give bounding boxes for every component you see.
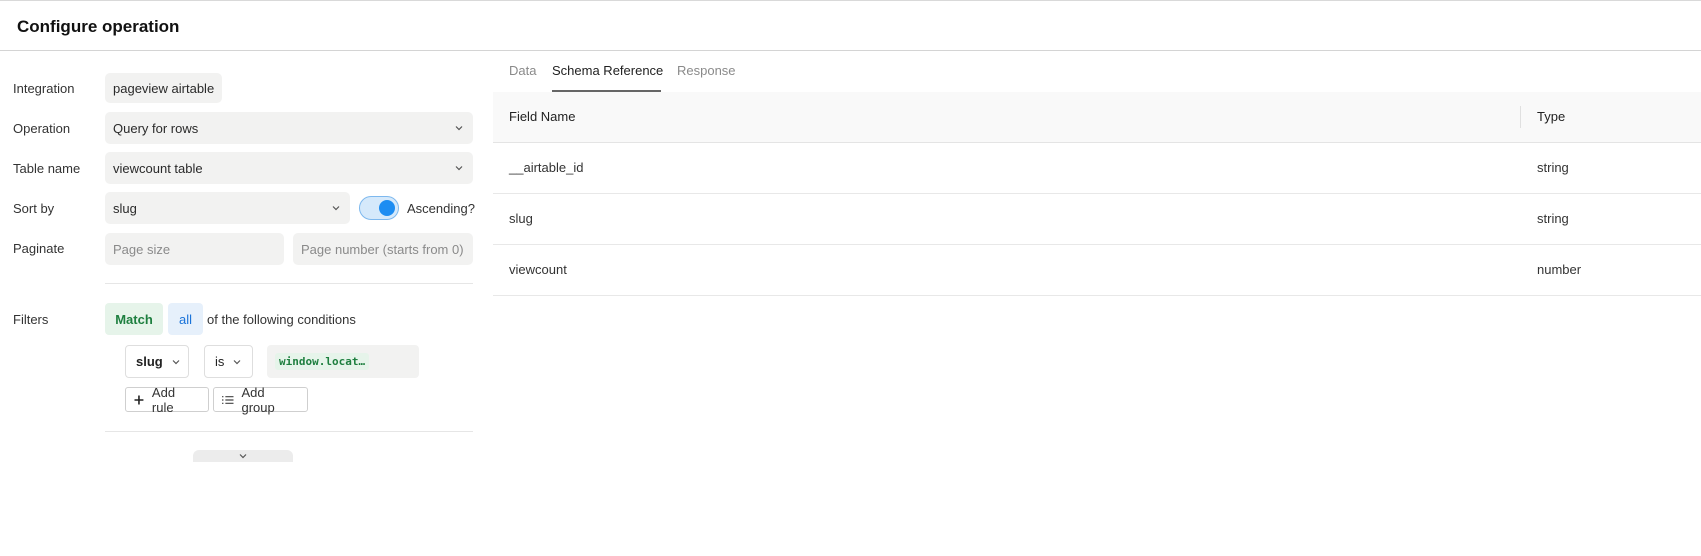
list-icon: [222, 395, 234, 404]
rule-value-input[interactable]: window.locat…: [267, 345, 419, 378]
page-number-input[interactable]: Page number (starts from 0): [293, 233, 473, 265]
dialog-title: Configure operation: [17, 17, 180, 36]
field-name-cell: __airtable_id: [509, 160, 584, 175]
tab-response[interactable]: Response: [677, 63, 736, 78]
table-header: Field Name Type: [493, 92, 1701, 143]
tab-schema-reference[interactable]: Schema Reference: [552, 63, 663, 78]
column-separator[interactable]: [1520, 106, 1521, 128]
chevron-down-icon: [455, 164, 463, 172]
chevron-down-icon: [332, 204, 340, 212]
dialog-header: Configure operation: [0, 1, 1701, 51]
operation-value: Query for rows: [113, 120, 199, 136]
match-quantifier-toggle[interactable]: all: [168, 303, 203, 335]
integration-select[interactable]: pageview airtable: [105, 73, 222, 103]
toggle-knob: [379, 200, 395, 216]
expand-button[interactable]: [193, 450, 293, 462]
rule-operator-select[interactable]: is: [204, 345, 253, 378]
table-name-value: viewcount table: [113, 160, 203, 176]
type-cell: string: [1537, 160, 1569, 175]
filters-divider: [105, 431, 473, 432]
table-row: slug string: [493, 194, 1701, 245]
add-rule-label: Add rule: [151, 384, 176, 415]
table-row: __airtable_id string: [493, 143, 1701, 194]
chevron-down-icon: [455, 124, 463, 132]
sort-by-label: Sort by: [13, 201, 55, 216]
conditions-suffix: of the following conditions: [207, 312, 356, 327]
table-name-select[interactable]: viewcount table: [105, 152, 473, 184]
rule-value-code: window.locat…: [275, 353, 370, 370]
page-number-placeholder: Page number (starts from 0): [301, 241, 464, 257]
chevron-down-icon: [239, 454, 247, 459]
operation-label: Operation: [13, 121, 71, 136]
form-divider: [105, 283, 473, 284]
ascending-toggle[interactable]: [359, 196, 399, 220]
field-name-cell: viewcount: [509, 262, 567, 277]
page-size-placeholder: Page size: [113, 241, 171, 257]
column-header-type: Type: [1537, 109, 1566, 124]
table-name-label: Table name: [13, 161, 81, 176]
operation-select[interactable]: Query for rows: [105, 112, 473, 144]
field-name-cell: slug: [509, 211, 533, 226]
ascending-label: Ascending?: [407, 201, 475, 216]
chevron-down-icon: [233, 359, 241, 364]
type-cell: string: [1537, 211, 1569, 226]
filters-label: Filters: [13, 312, 49, 327]
chevron-down-icon: [172, 359, 180, 364]
tab-data[interactable]: Data: [509, 63, 536, 78]
page-size-input[interactable]: Page size: [105, 233, 284, 265]
paginate-label: Paginate: [13, 241, 65, 256]
rule-field-value: slug: [136, 354, 163, 369]
add-group-label: Add group: [241, 384, 275, 415]
plus-icon: [134, 395, 144, 404]
type-cell: number: [1537, 262, 1582, 277]
column-header-field-name: Field Name: [509, 109, 576, 124]
add-rule-button[interactable]: Add rule: [125, 384, 209, 415]
add-group-button[interactable]: Add group: [213, 384, 308, 415]
sort-by-value: slug: [113, 200, 137, 216]
match-chip: Match: [105, 303, 163, 335]
rule-field-select[interactable]: slug: [125, 345, 189, 378]
rule-operator-value: is: [215, 354, 225, 369]
integration-label: Integration: [13, 81, 75, 96]
table-row: viewcount number: [493, 245, 1701, 296]
integration-value: pageview airtable: [113, 80, 215, 96]
sort-by-select[interactable]: slug: [105, 192, 350, 224]
